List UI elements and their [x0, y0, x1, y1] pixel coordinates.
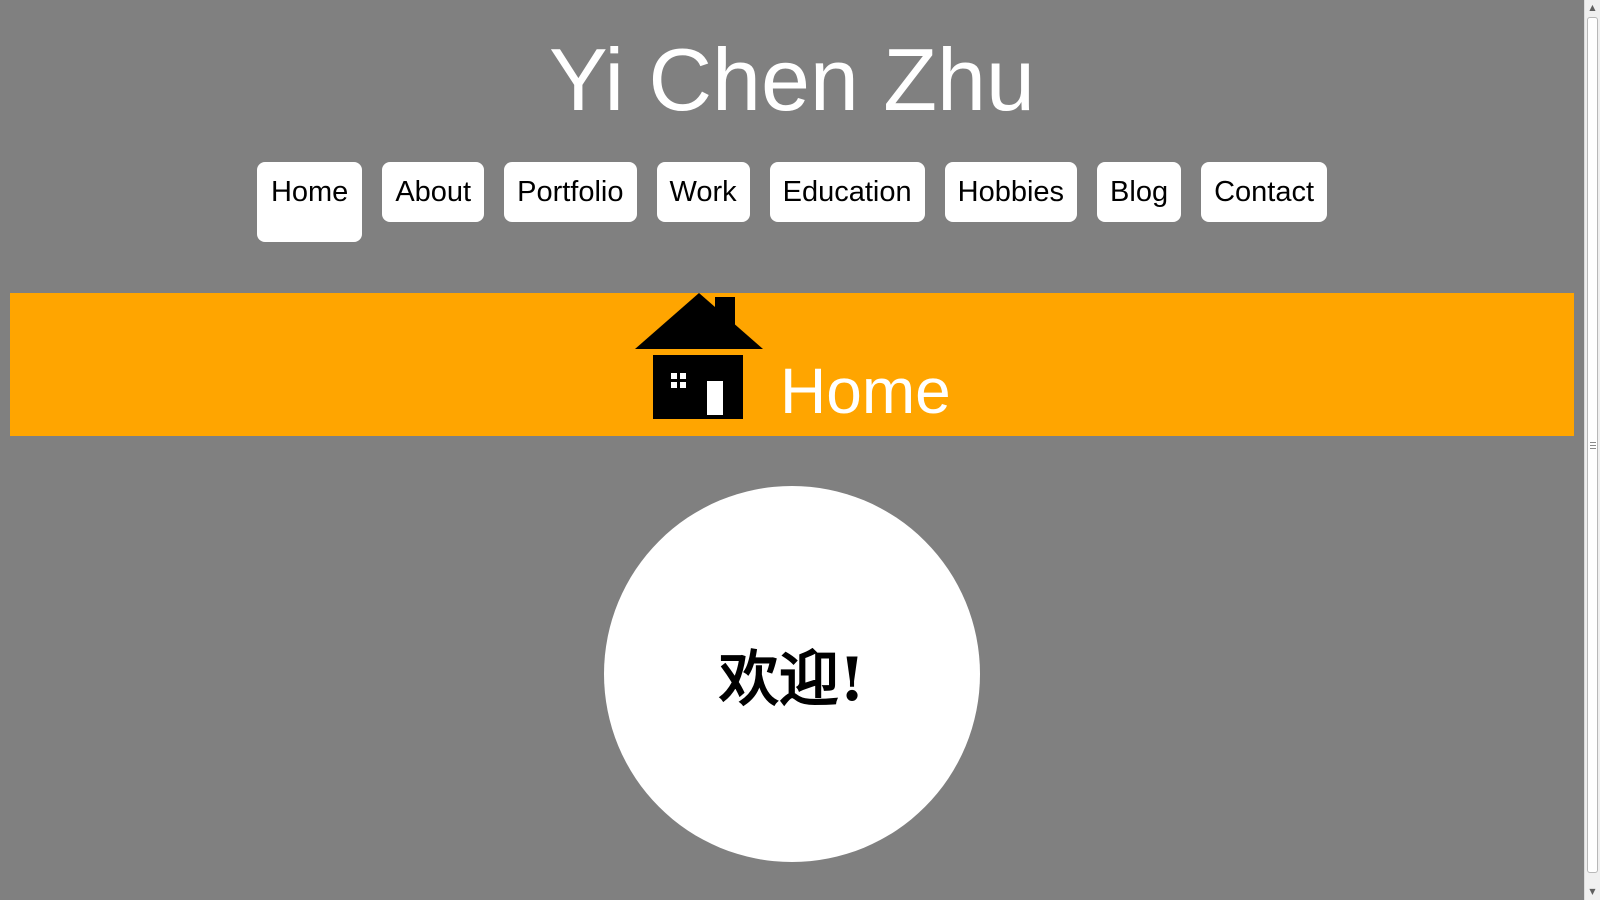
- scroll-thumb[interactable]: [1587, 17, 1598, 873]
- scroll-grip-icon: [1590, 442, 1596, 449]
- nav-about-button[interactable]: About: [382, 162, 485, 222]
- site-title: Yi Chen Zhu: [549, 30, 1035, 129]
- page: Yi Chen Zhu Home About Portfolio Work Ed…: [0, 0, 1600, 900]
- section-title: Home: [780, 355, 951, 427]
- nav-contact-button[interactable]: Contact: [1201, 162, 1328, 222]
- nav-education-button[interactable]: Education: [769, 162, 925, 222]
- welcome-circle: 欢迎!: [604, 486, 980, 862]
- welcome-text: 欢迎!: [718, 644, 866, 715]
- nav-home-button[interactable]: Home: [256, 162, 363, 242]
- nav-portfolio-button[interactable]: Portfolio: [504, 162, 637, 222]
- nav-hobbies-button[interactable]: Hobbies: [944, 162, 1078, 222]
- nav-blog-button[interactable]: Blog: [1097, 162, 1182, 222]
- main-nav: Home About Portfolio Work Education Hobb…: [0, 162, 1584, 242]
- house-icon: [635, 293, 763, 419]
- nav-work-button[interactable]: Work: [656, 162, 750, 222]
- section-banner: Home: [10, 293, 1574, 436]
- scroll-up-arrow-icon[interactable]: ▲: [1585, 0, 1600, 16]
- scroll-down-arrow-icon[interactable]: ▼: [1585, 884, 1600, 900]
- vertical-scrollbar[interactable]: ▲ ▼: [1584, 0, 1600, 900]
